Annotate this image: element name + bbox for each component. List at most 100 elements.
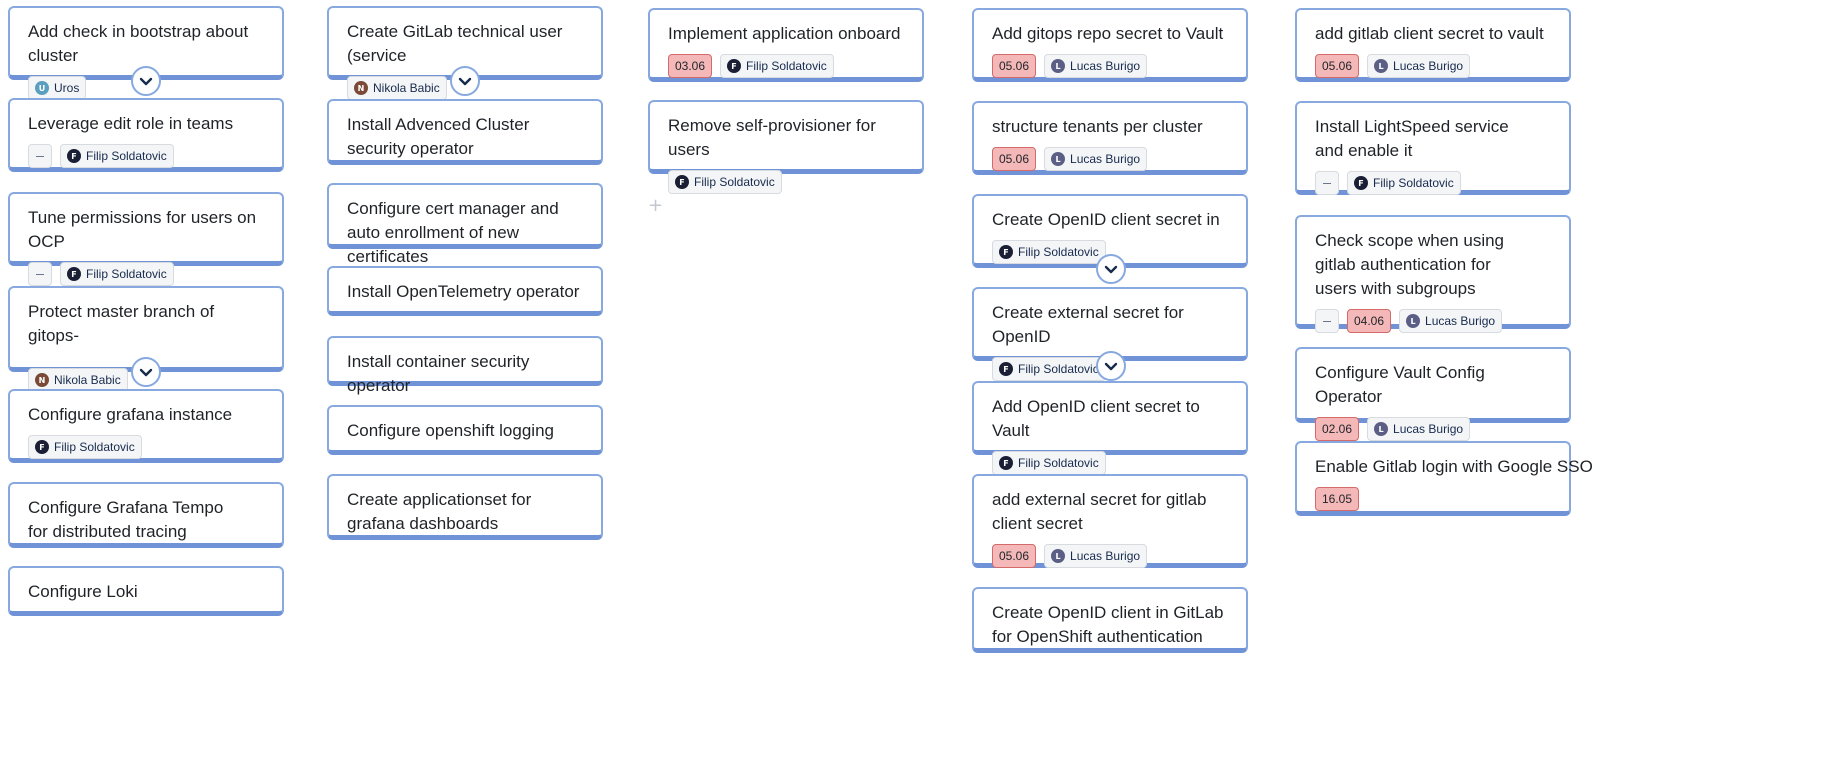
avatar: F [999,362,1013,376]
assignee-name: Lucas Burigo [1070,59,1141,73]
card-install-lightspeed[interactable]: Install LightSpeed service and enable it… [1295,101,1571,195]
assignee-chip[interactable]: F Filip Soldatovic [60,144,174,168]
kanban-board: Add check in bootstrap about cluster U Ur… [0,0,1839,765]
card-configure-cert-manager[interactable]: Configure cert manager and auto enrollme… [327,183,603,266]
card-install-opentelemetry[interactable]: Install OpenTelemetry operator [327,266,603,316]
due-date-badge[interactable]: 16.05 [1315,487,1360,511]
description-icon [1315,309,1339,333]
card-title: Configure grafana instance [28,405,233,424]
card-meta: 16.05 [1315,487,1551,511]
avatar: L [1051,549,1066,563]
card-title: Install container security operator [347,352,530,395]
card-check-scope-gitlab-auth[interactable]: Check scope when using gitlab authentica… [1295,215,1571,333]
expand-card-button[interactable] [450,66,480,96]
card-meta: F Filip Soldatovic [992,451,1228,475]
card-leverage-edit-role[interactable]: Leverage edit role in teams F Filip Solda… [8,98,284,172]
due-date-badge[interactable]: 05.06 [1315,54,1360,78]
avatar: L [1051,59,1066,73]
card-configure-openshift-logging[interactable]: Configure openshift logging [327,405,603,455]
chevron-down-icon [458,77,472,85]
due-date-badge[interactable]: 05.06 [992,147,1037,171]
card-meta: F Filip Soldatovic [28,262,264,286]
assignee-chip[interactable]: L Lucas Burigo [1367,54,1471,78]
assignee-chip[interactable]: F Filip Soldatovic [720,54,834,78]
card-title: add gitlab client secret to vault [1315,24,1544,43]
card-create-applicationset-grafana[interactable]: Create applicationset for grafana dashbo… [327,474,603,540]
assignee-name: Nikola Babic [54,373,121,387]
due-date-badge[interactable]: 05.06 [992,54,1037,78]
card-create-external-secret-openid[interactable]: Create external secret for OpenID F Filip… [972,287,1248,381]
card-meta: F Filip Soldatovic [28,435,264,459]
assignee-name: Filip Soldatovic [694,175,775,189]
card-add-gitops-repo-secret[interactable]: Add gitops repo secret to Vault 05.06 LL… [972,8,1248,82]
assignee-chip[interactable]: L Lucas Burigo [1044,54,1148,78]
description-icon [1315,171,1339,195]
card-title: Install LightSpeed service and enable it [1315,117,1509,160]
card-title: Configure Vault Config Operator [1315,363,1485,406]
assignee-chip[interactable]: L Lucas Burigo [1399,309,1503,333]
card-title: Protect master branch of gitops- [28,302,215,345]
card-meta: 05.06 L Lucas Burigo [992,54,1228,78]
card-title: add external secret for gitlab client se… [992,490,1207,533]
assignee-name: Filip Soldatovic [1018,362,1099,376]
assignee-chip[interactable]: F Filip Soldatovic [992,357,1106,381]
card-implement-application-onboard[interactable]: Implement application onboard 03.06 F Fil… [648,8,924,82]
card-add-openid-client-secret-vault[interactable]: Add OpenID client secret to Vault F Filip… [972,381,1248,475]
card-meta: 03.06 F Filip Soldatovic [668,54,904,78]
chevron-down-icon [1104,362,1118,370]
card-title: Configure cert manager and auto enrollme… [347,199,559,266]
card-create-openid-client-gitlab[interactable]: Create OpenID client in GitLab for OpenS… [972,587,1248,653]
description-icon [28,262,52,286]
due-date-badge[interactable]: 03.06 [668,54,713,78]
expand-card-button[interactable] [1096,351,1126,381]
card-configure-grafana-instance[interactable]: Configure grafana instance F Filip Soldat… [8,389,284,463]
card-configure-vault-config-operator[interactable]: Configure Vault Config Operator 02.06 LL… [1295,347,1571,441]
expand-card-button[interactable] [131,66,161,96]
expand-card-button[interactable] [131,357,161,387]
card-meta: F Filip Soldatovic [1315,171,1551,195]
card-title: Create applicationset for grafana dashbo… [347,490,532,533]
card-meta: 05.06 L Lucas Burigo [1315,54,1551,78]
card-enable-gitlab-login-google-sso[interactable]: Enable Gitlab login with Google SSO 16.0… [1295,441,1593,516]
assignee-chip[interactable]: L Lucas Burigo [1044,544,1148,568]
expand-card-button[interactable] [1096,254,1126,284]
assignee-chip[interactable]: L Lucas Burigo [1367,417,1471,441]
due-date-badge[interactable]: 05.06 [992,544,1037,568]
card-remove-self-provisioner[interactable]: Remove self-provisioner for users F Filip… [648,100,924,194]
avatar: L [1406,314,1421,328]
card-meta: F Filip Soldatovic [28,144,264,168]
description-icon [28,144,52,168]
card-title: Add gitops repo secret to Vault [992,24,1224,43]
avatar: L [1374,59,1389,73]
card-install-advenced-cluster-security[interactable]: Install Advenced Cluster security operat… [327,99,603,165]
card-tune-permissions[interactable]: Tune permissions for users on OCP F Filip… [8,192,284,286]
assignee-chip[interactable]: F Filip Soldatovic [60,262,174,286]
card-structure-tenants[interactable]: structure tenants per cluster 05.06 L Luc… [972,101,1248,175]
assignee-chip[interactable]: F Filip Soldatovic [992,240,1106,264]
card-title: structure tenants per cluster [992,117,1203,136]
assignee-chip[interactable]: F Filip Soldatovic [1347,171,1461,195]
card-title: Create OpenID client in GitLab for OpenS… [992,603,1224,646]
assignee-name: Nikola Babic [373,81,440,95]
assignee-chip[interactable]: U Uros [28,76,87,100]
card-configure-grafana-tempo[interactable]: Configure Grafana Tempo for distributed … [8,482,284,548]
assignee-chip[interactable]: F Filip Soldatovic [28,435,142,459]
due-date-badge[interactable]: 04.06 [1347,309,1392,333]
assignee-chip[interactable]: N Nikola Babic [347,76,447,100]
avatar: F [67,149,81,163]
avatar: L [1374,422,1389,436]
assignee-name: Filip Soldatovic [1018,456,1099,470]
card-configure-loki[interactable]: Configure Loki [8,566,284,616]
card-title: Create OpenID client secret in [992,210,1220,229]
card-title: Check scope when using gitlab authentica… [1315,231,1505,298]
card-add-external-secret-gitlab[interactable]: add external secret for gitlab client se… [972,474,1248,568]
card-meta: 05.06 L Lucas Burigo [992,147,1228,171]
avatar: F [35,440,49,454]
due-date-badge[interactable]: 02.06 [1315,417,1360,441]
assignee-chip[interactable]: F Filip Soldatovic [992,451,1106,475]
assignee-chip[interactable]: F Filip Soldatovic [668,170,782,194]
add-card-button[interactable]: + [648,195,663,216]
card-install-container-security[interactable]: Install container security operator [327,336,603,395]
assignee-chip[interactable]: L Lucas Burigo [1044,147,1148,171]
card-add-gitlab-client-secret-vault[interactable]: add gitlab client secret to vault 05.06 … [1295,8,1571,82]
